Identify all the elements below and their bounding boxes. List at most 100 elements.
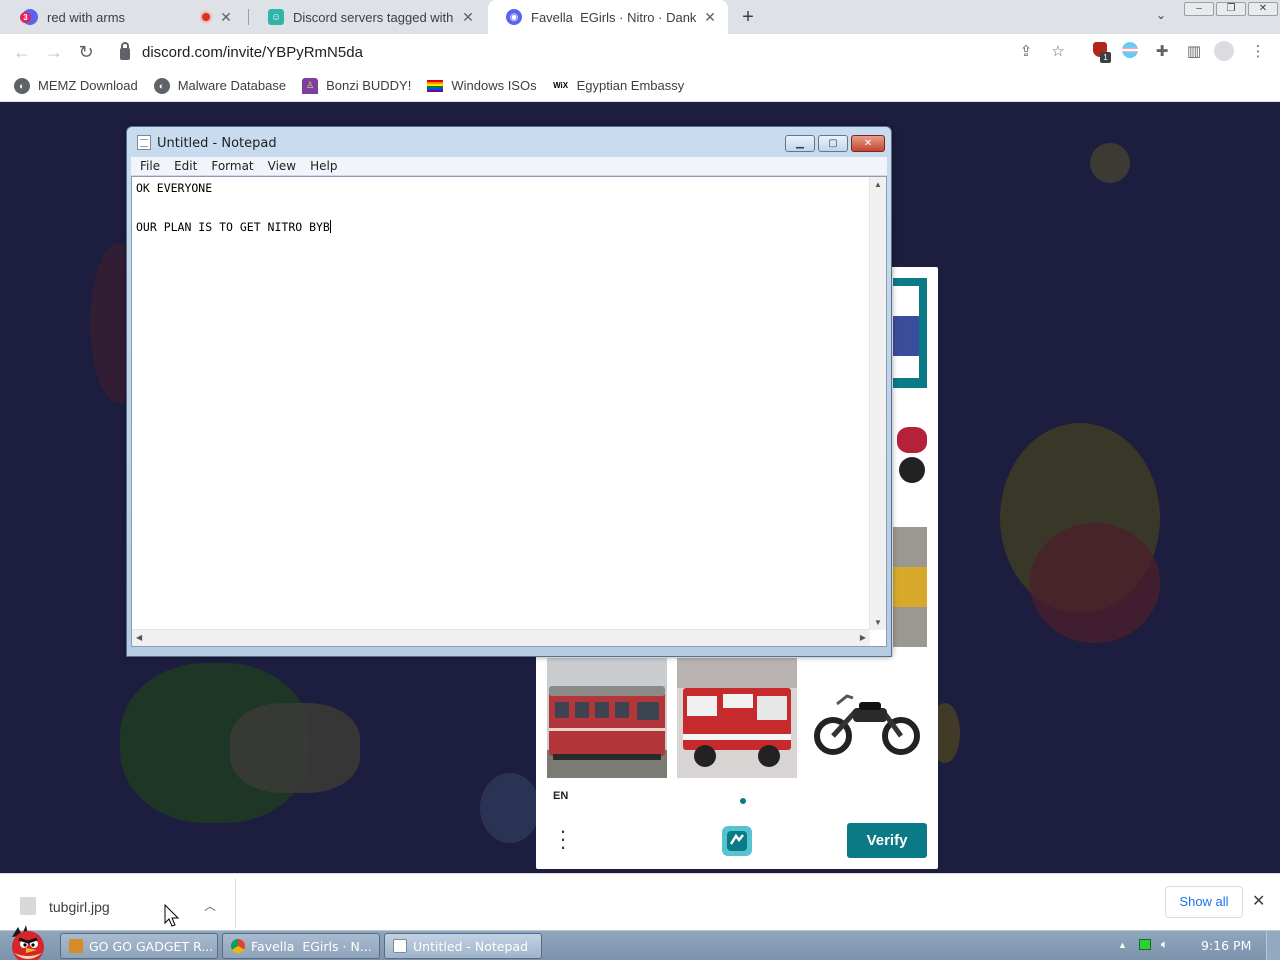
bookmark-memz-download[interactable]: ◐ MEMZ Download bbox=[14, 77, 138, 94]
horizontal-scrollbar[interactable]: ◀ ▶ bbox=[132, 629, 870, 646]
rainbow-flag-icon bbox=[427, 79, 444, 92]
bookmarks-bar: ◐ MEMZ Download ◐ Malware Database ♙ Bon… bbox=[0, 70, 1280, 102]
captcha-menu-icon[interactable]: · · · bbox=[558, 820, 568, 858]
close-download-bar-icon[interactable]: ✕ bbox=[1252, 891, 1265, 911]
menu-kebab-icon[interactable]: ⋮ bbox=[1248, 42, 1268, 62]
captcha-tile[interactable] bbox=[893, 397, 927, 513]
captcha-tile-fire-truck[interactable] bbox=[677, 658, 797, 778]
captcha-tile-train[interactable] bbox=[547, 658, 667, 778]
download-bar: tubgirl.jpg ︿ Show all ✕ bbox=[0, 873, 1280, 930]
start-button-angry-bird-icon[interactable] bbox=[4, 923, 50, 960]
forward-icon[interactable]: → bbox=[42, 40, 66, 64]
captcha-tile[interactable] bbox=[893, 527, 927, 647]
tab-title: Favella ⁣ EGirls · Nitro · Dank bbox=[531, 9, 696, 25]
bookmark-label: MEMZ Download bbox=[38, 78, 138, 93]
bookmark-label: Egyptian Embassy bbox=[576, 78, 685, 93]
restore-icon[interactable]: ❐ bbox=[1216, 2, 1246, 16]
menu-view[interactable]: View bbox=[268, 159, 296, 173]
captcha-tile-motorcycle[interactable] bbox=[807, 658, 927, 778]
reload-icon[interactable]: ↻ bbox=[74, 40, 98, 64]
address-bar[interactable]: discord.com/invite/YBPyRmN5da bbox=[108, 38, 1076, 66]
captcha-tile-selected[interactable] bbox=[893, 278, 927, 388]
tab-title: red with arms bbox=[47, 9, 126, 25]
scroll-up-arrow-icon[interactable]: ▲ bbox=[874, 180, 882, 189]
tab-strip: 3 red with arms ✕ ☺ Discord servers tagg… bbox=[0, 0, 1280, 34]
close-tab-icon[interactable]: ✕ bbox=[702, 9, 718, 26]
extension-badge: 1 bbox=[1100, 52, 1111, 63]
close-button[interactable]: ✕ bbox=[851, 135, 885, 152]
globe-icon: ◐ bbox=[14, 77, 30, 94]
wix-icon: WiX bbox=[553, 81, 569, 90]
trans-flag-extension-icon[interactable] bbox=[1120, 42, 1140, 62]
taskbar-item-go-go-gadget[interactable]: GO GO GADGET R... bbox=[60, 933, 218, 959]
taskbar-item-chrome[interactable]: Favella ⁣ EGirls · N... bbox=[222, 933, 380, 959]
close-tab-icon[interactable]: ✕ bbox=[218, 9, 234, 26]
language-selector[interactable]: EN bbox=[553, 790, 568, 802]
menu-bar: File Edit Format View Help bbox=[131, 157, 887, 175]
back-icon[interactable]: ← bbox=[10, 40, 34, 64]
side-panel-icon[interactable]: ▥ bbox=[1184, 42, 1204, 62]
lock-icon[interactable] bbox=[120, 42, 130, 60]
motorcycle-image bbox=[807, 658, 927, 778]
download-file-name: tubgirl.jpg bbox=[49, 899, 110, 915]
new-tab-icon[interactable]: + bbox=[736, 5, 760, 29]
taskbar-item-label: GO GO GADGET R... bbox=[89, 938, 214, 954]
menu-edit[interactable]: Edit bbox=[174, 159, 197, 173]
scroll-right-arrow-icon[interactable]: ▶ bbox=[860, 633, 866, 642]
tab-favella[interactable]: ◉ Favella ⁣ EGirls · Nitro · Dank ✕ bbox=[488, 0, 728, 34]
profile-avatar-icon[interactable] bbox=[1214, 41, 1234, 62]
tab-search-chevron-icon[interactable]: ⌄ bbox=[1152, 8, 1170, 26]
extension-shield-icon[interactable]: 1 bbox=[1090, 42, 1111, 63]
tab-discord-servers[interactable]: ☺ Discord servers tagged with e ✕ bbox=[250, 0, 486, 34]
clock[interactable]: 9:16 PM bbox=[1201, 938, 1251, 953]
progress-dot bbox=[740, 798, 746, 804]
close-tab-icon[interactable]: ✕ bbox=[460, 9, 476, 26]
scroll-left-arrow-icon[interactable]: ◀ bbox=[136, 633, 142, 642]
discord-favicon-icon: ◉ bbox=[506, 9, 522, 25]
windows-taskbar: GO GO GADGET R... Favella ⁣ EGirls · N..… bbox=[0, 925, 1280, 960]
menu-format[interactable]: Format bbox=[211, 159, 253, 173]
background-illustration bbox=[230, 703, 360, 793]
bookmark-windows-isos[interactable]: Windows ISOs bbox=[427, 78, 537, 93]
bonzi-icon: ♙ bbox=[302, 77, 319, 94]
show-all-button[interactable]: Show all bbox=[1165, 886, 1243, 918]
chrome-icon bbox=[231, 939, 245, 953]
tab-red-with-arms[interactable]: 3 red with arms ✕ bbox=[4, 0, 244, 34]
bookmark-star-icon[interactable]: ☆ bbox=[1048, 42, 1068, 62]
chevron-up-icon[interactable]: ︿ bbox=[204, 897, 216, 914]
document-content: OK EVERYONE OUR PLAN IS TO GET NITRO BYB bbox=[136, 181, 330, 234]
taskbar-item-notepad[interactable]: Untitled - Notepad bbox=[384, 933, 542, 959]
notification-badge: 3 bbox=[20, 12, 31, 23]
scroll-down-arrow-icon[interactable]: ▼ bbox=[874, 618, 882, 627]
extensions-puzzle-icon[interactable]: ✚ bbox=[1152, 42, 1172, 62]
bookmark-malware-database[interactable]: ◐ Malware Database bbox=[153, 77, 287, 94]
menu-file[interactable]: File bbox=[140, 159, 160, 173]
bookmark-bonzi-buddy[interactable]: ♙ Bonzi BUDDY! bbox=[302, 77, 412, 94]
menu-help[interactable]: Help bbox=[310, 159, 337, 173]
show-hidden-icons-icon[interactable]: ▲ bbox=[1118, 940, 1127, 950]
recording-icon bbox=[200, 11, 212, 23]
verify-button[interactable]: Verify bbox=[847, 823, 927, 858]
mouse-cursor-icon bbox=[164, 903, 180, 931]
network-icon[interactable] bbox=[1138, 939, 1151, 950]
minimize-icon[interactable]: – bbox=[1184, 2, 1214, 16]
bookmark-label: Malware Database bbox=[177, 78, 287, 93]
hcaptcha-logo-icon bbox=[720, 824, 754, 858]
notepad-icon bbox=[137, 135, 151, 150]
bookmark-label: Bonzi BUDDY! bbox=[326, 78, 412, 93]
show-desktop-button[interactable] bbox=[1266, 931, 1280, 960]
background-illustration bbox=[480, 773, 540, 843]
editor-text[interactable]: OK EVERYONE OUR PLAN IS TO GET NITRO BYB bbox=[136, 179, 331, 238]
close-window-icon[interactable]: ✕ bbox=[1248, 2, 1278, 16]
download-item[interactable]: tubgirl.jpg ︿ bbox=[6, 878, 236, 928]
volume-icon[interactable]: 🔈︎ bbox=[1161, 937, 1168, 952]
text-editor[interactable]: OK EVERYONE OUR PLAN IS TO GET NITRO BYB… bbox=[131, 176, 887, 647]
minimize-button[interactable]: ▁ bbox=[785, 135, 815, 152]
bookmark-label: Windows ISOs bbox=[451, 78, 537, 93]
vertical-scrollbar[interactable]: ▲ ▼ bbox=[869, 177, 886, 630]
bookmark-egyptian-embassy[interactable]: WiX Egyptian Embassy bbox=[553, 78, 685, 94]
maximize-button[interactable]: ▢ bbox=[818, 135, 848, 152]
archive-icon bbox=[69, 939, 83, 953]
share-icon[interactable]: ⇪ bbox=[1016, 42, 1036, 62]
disboard-favicon-icon: ☺ bbox=[268, 9, 284, 25]
